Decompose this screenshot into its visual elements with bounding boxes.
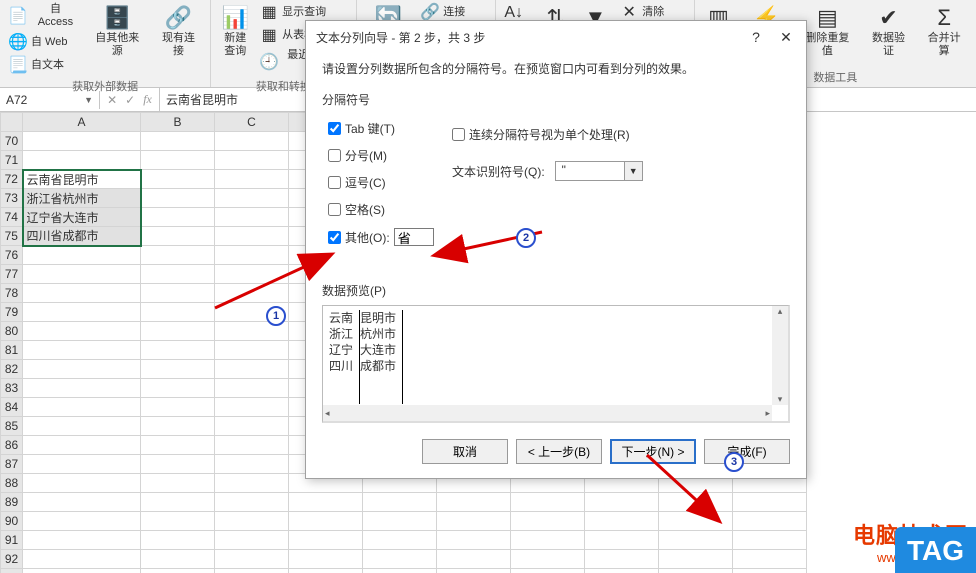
annotation-circle-2: 2 xyxy=(516,228,536,248)
annotation-circle-3: 3 xyxy=(724,452,744,472)
tag-badge: TAG xyxy=(895,527,976,573)
annotation-arrows xyxy=(0,0,976,573)
annotation-circle-1: 1 xyxy=(266,306,286,326)
